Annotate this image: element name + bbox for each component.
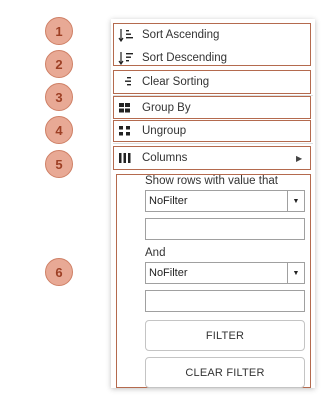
callout-2: 2 bbox=[45, 50, 73, 78]
filter-operator-2-select[interactable]: NoFilter ▼ bbox=[145, 262, 305, 284]
sort-descending-label: Sort Descending bbox=[142, 52, 228, 64]
callout-1: 1 bbox=[45, 17, 73, 45]
columns-icon bbox=[116, 152, 142, 164]
callout-5: 5 bbox=[45, 150, 73, 178]
clear-filter-button[interactable]: CLEAR FILTER bbox=[145, 357, 305, 388]
chevron-down-icon[interactable]: ▼ bbox=[287, 191, 304, 211]
chevron-right-icon: ▶ bbox=[296, 153, 303, 163]
sort-ascending-icon bbox=[116, 28, 142, 42]
columns-label: Columns bbox=[142, 152, 188, 164]
group-by-icon bbox=[116, 102, 142, 114]
filter-heading: Show rows with value that bbox=[145, 175, 278, 187]
filter-value-1-input[interactable] bbox=[145, 218, 305, 240]
filter-operator-2-value: NoFilter bbox=[149, 267, 188, 279]
sort-ascending-item[interactable]: Sort Ascending bbox=[116, 24, 306, 46]
filter-value-2-input[interactable] bbox=[145, 290, 305, 312]
menu-divider bbox=[113, 95, 313, 96]
columns-item[interactable]: Columns ▶ bbox=[116, 147, 306, 169]
chevron-down-icon[interactable]: ▼ bbox=[287, 263, 304, 283]
sort-descending-icon bbox=[116, 51, 142, 65]
sort-ascending-label: Sort Ascending bbox=[142, 29, 220, 41]
clear-sorting-icon bbox=[116, 75, 142, 89]
menu-divider bbox=[113, 143, 313, 144]
group-by-label: Group By bbox=[142, 102, 191, 114]
filter-button[interactable]: FILTER bbox=[145, 320, 305, 351]
ungroup-icon bbox=[116, 125, 142, 137]
ungroup-item[interactable]: Ungroup bbox=[116, 120, 306, 142]
clear-sorting-item[interactable]: Clear Sorting bbox=[116, 71, 306, 93]
filter-operator-1-select[interactable]: NoFilter ▼ bbox=[145, 190, 305, 212]
callout-6: 6 bbox=[45, 258, 73, 286]
group-by-item[interactable]: Group By bbox=[116, 97, 306, 119]
ungroup-label: Ungroup bbox=[142, 125, 187, 137]
callout-3: 3 bbox=[45, 83, 73, 111]
filter-conjunction-label: And bbox=[145, 247, 166, 259]
sort-descending-item[interactable]: Sort Descending bbox=[116, 47, 306, 69]
filter-operator-1-value: NoFilter bbox=[149, 195, 188, 207]
callout-4: 4 bbox=[45, 116, 73, 144]
clear-sorting-label: Clear Sorting bbox=[142, 76, 210, 88]
